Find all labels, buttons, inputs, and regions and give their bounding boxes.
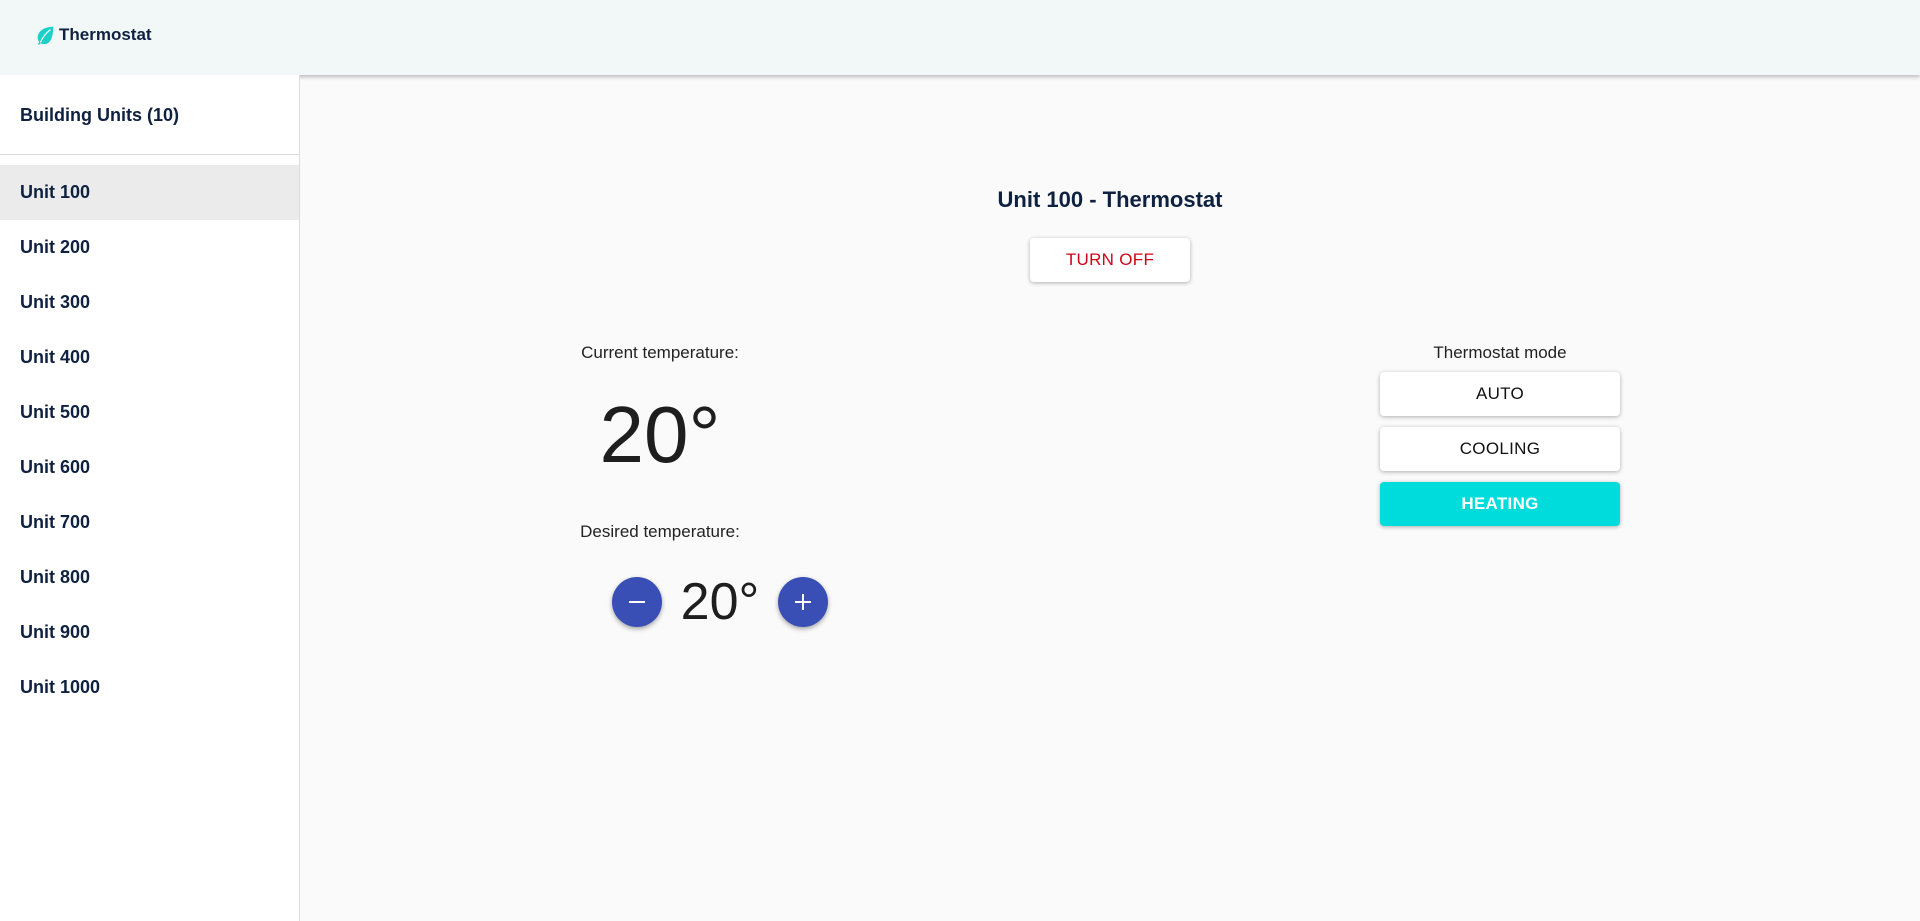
decrease-temperature-button[interactable] — [612, 577, 662, 627]
plus-icon — [795, 594, 811, 610]
sidebar-item-unit-500[interactable]: Unit 500 — [0, 385, 299, 440]
sidebar-item-unit-700[interactable]: Unit 700 — [0, 495, 299, 550]
main-content: Unit 100 - Thermostat TURN OFF Current t… — [300, 75, 1920, 921]
minus-icon — [629, 601, 645, 603]
increase-temperature-button[interactable] — [778, 577, 828, 627]
sidebar-item-unit-200[interactable]: Unit 200 — [0, 220, 299, 275]
brand: Thermostat — [34, 24, 152, 46]
app-bar: Thermostat — [0, 0, 1920, 75]
thermostat-mode-label: Thermostat mode — [1433, 343, 1567, 362]
mode-auto-button[interactable]: AUTO — [1380, 372, 1620, 416]
page-title: Unit 100 - Thermostat — [997, 187, 1223, 212]
desired-temperature-value: 20° — [680, 573, 760, 631]
sidebar-item-unit-1000[interactable]: Unit 1000 — [0, 660, 299, 715]
sidebar-item-unit-600[interactable]: Unit 600 — [0, 440, 299, 495]
desired-temperature-label: Desired temperature: — [580, 522, 740, 541]
mode-heating-button[interactable]: HEATING — [1380, 482, 1620, 526]
current-temperature-label: Current temperature: — [581, 343, 739, 362]
sidebar: Building Units (10) Unit 100 Unit 200 Un… — [0, 75, 300, 921]
sidebar-item-unit-300[interactable]: Unit 300 — [0, 275, 299, 330]
sidebar-item-unit-400[interactable]: Unit 400 — [0, 330, 299, 385]
unit-list: Unit 100 Unit 200 Unit 300 Unit 400 Unit… — [0, 165, 299, 715]
leaf-icon — [34, 24, 56, 46]
sidebar-header: Building Units (10) — [0, 75, 299, 155]
app-title: Thermostat — [59, 25, 152, 44]
current-temperature-value: 20° — [599, 390, 721, 479]
sidebar-item-unit-800[interactable]: Unit 800 — [0, 550, 299, 605]
turn-off-button[interactable]: TURN OFF — [1030, 238, 1190, 282]
mode-cooling-button[interactable]: COOLING — [1380, 427, 1620, 471]
sidebar-item-unit-100[interactable]: Unit 100 — [0, 165, 299, 220]
sidebar-item-unit-900[interactable]: Unit 900 — [0, 605, 299, 660]
